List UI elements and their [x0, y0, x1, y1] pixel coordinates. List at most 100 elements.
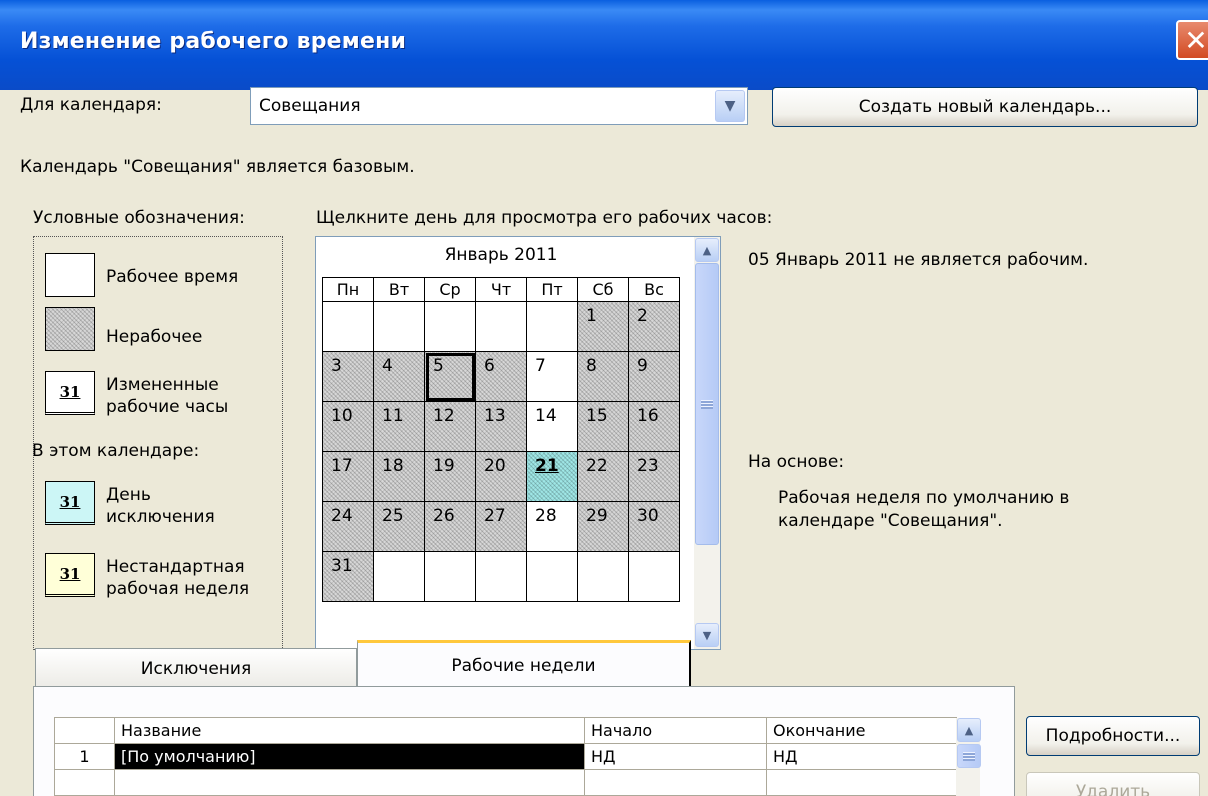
scroll-thumb[interactable] — [695, 263, 719, 545]
scroll-thumb[interactable] — [957, 744, 981, 768]
chevron-down-icon[interactable]: ▼ — [715, 90, 745, 122]
table-header-rownum — [54, 717, 115, 744]
calendar-day[interactable]: 13 — [475, 401, 527, 452]
legend-title: Условные обозначения: — [33, 208, 245, 228]
legend-changed-swatch: 31 — [45, 371, 95, 415]
calendar-day[interactable] — [475, 551, 527, 602]
calendar-week: 10 11 12 13 14 15 16 — [322, 401, 680, 452]
details-button[interactable]: Подробности... — [1026, 716, 1200, 756]
cell-end[interactable]: НД — [766, 743, 957, 770]
calendar-week: 3456789 — [322, 351, 680, 402]
table-scrollbar[interactable]: ▲ — [956, 718, 981, 796]
calendar-day[interactable]: 15 — [577, 401, 629, 452]
calendar-day[interactable] — [475, 301, 527, 352]
base-calendar-info: Календарь "Совещания" является базовым. — [20, 157, 415, 177]
table-header-end[interactable]: Окончание — [766, 717, 957, 744]
based-on-text-2: календаре "Совещания". — [778, 511, 1003, 531]
calendar-day[interactable]: 7 — [526, 351, 578, 402]
calendar-hint: Щелкните день для просмотра его рабочих … — [316, 208, 773, 228]
calendar-day[interactable] — [526, 301, 578, 352]
legend-panel: Рабочее время Нерабочее 31 Измененные ра… — [32, 236, 283, 650]
calendar-day[interactable] — [424, 301, 476, 352]
weekday-header: Пн — [322, 277, 374, 302]
calendar-day[interactable]: 6 — [475, 351, 527, 402]
weekday-header: Вт — [373, 277, 425, 302]
row-number — [54, 769, 115, 796]
table-row[interactable] — [54, 769, 957, 796]
scroll-up-icon[interactable]: ▲ — [695, 238, 719, 262]
scroll-down-icon[interactable]: ▼ — [695, 623, 719, 647]
legend-exception-label-2: исключения — [106, 507, 215, 527]
calendar-day[interactable]: 23 — [628, 451, 680, 502]
day-status: 05 Январь 2011 не является рабочим. — [748, 250, 1089, 270]
calendar-day[interactable]: 29 — [577, 501, 629, 552]
legend-exception-swatch: 31 — [45, 481, 95, 525]
work-weeks-table[interactable]: Название Начало Окончание 1 [По умолчани… — [54, 717, 957, 796]
calendar-week: 17 18 19 20 21 22 23 — [322, 451, 680, 502]
month-calendar[interactable]: Январь 2011 Пн Вт Ср Чт Пт Сб Вс 1 2 3 4 5 6 7 8 9 10 11… — [315, 236, 721, 650]
calendar-day[interactable]: 2 — [628, 301, 680, 352]
calendar-day[interactable]: 20 — [475, 451, 527, 502]
delete-button[interactable]: Удалить — [1026, 772, 1200, 796]
calendar-day[interactable]: 10 — [322, 401, 374, 452]
calendar-day[interactable]: 1 — [577, 301, 629, 352]
calendar-day[interactable]: 28 — [526, 501, 578, 552]
calendar-day[interactable] — [373, 551, 425, 602]
table-row[interactable]: 1 [По умолчанию] НД НД — [54, 743, 957, 770]
table-header-start[interactable]: Начало — [584, 717, 767, 744]
legend-nonstandard-swatch: 31 — [45, 553, 95, 597]
grip-icon — [963, 751, 975, 761]
legend-nonworking-label: Нерабочее — [106, 327, 203, 347]
scroll-up-icon[interactable]: ▲ — [957, 718, 981, 742]
calendar-day[interactable]: 25 — [373, 501, 425, 552]
based-on-text-1: Рабочая неделя по умолчанию в — [778, 488, 1070, 508]
legend-changed-label-1: Измененные — [106, 375, 219, 395]
cell-name[interactable]: [По умолчанию] — [114, 743, 585, 770]
calendar-month-label: Январь 2011 — [444, 245, 558, 265]
calendar-day[interactable] — [322, 301, 374, 352]
tab-work-weeks[interactable]: Рабочие недели — [357, 640, 691, 688]
cell-name[interactable] — [114, 769, 585, 796]
tab-exceptions[interactable]: Исключения — [35, 648, 357, 688]
legend-in-calendar-heading: В этом календаре: — [32, 441, 200, 461]
close-button[interactable]: ✕ — [1176, 20, 1208, 60]
calendar-day[interactable]: 5 — [424, 351, 476, 402]
calendar-day[interactable] — [526, 551, 578, 602]
calendar-day[interactable]: 18 — [373, 451, 425, 502]
create-calendar-button[interactable]: Создать новый календарь... — [772, 87, 1198, 127]
calendar-day[interactable]: 16 — [628, 401, 680, 452]
legend-working-swatch — [45, 253, 95, 297]
calendar-day[interactable]: 11 — [373, 401, 425, 452]
cell-start[interactable]: НД — [584, 743, 767, 770]
calendar-day[interactable]: 12 — [424, 401, 476, 452]
calendar-week: 24 25 26 27 28 29 30 — [322, 501, 680, 552]
calendar-day[interactable] — [577, 551, 629, 602]
calendar-day[interactable]: 26 — [424, 501, 476, 552]
calendar-day[interactable]: 17 — [322, 451, 374, 502]
calendar-day[interactable]: 27 — [475, 501, 527, 552]
calendar-day[interactable] — [628, 551, 680, 602]
calendar-day[interactable]: 31 — [322, 551, 374, 602]
calendar-day[interactable]: 30 — [628, 501, 680, 552]
calendar-day[interactable]: 21 — [526, 451, 578, 502]
calendar-day[interactable]: 4 — [373, 351, 425, 402]
legend-nonstandard-label-1: Нестандартная — [106, 557, 245, 577]
table-header-name[interactable]: Название — [114, 717, 585, 744]
calendar-day[interactable]: 3 — [322, 351, 374, 402]
legend-nonworking-swatch — [45, 307, 95, 351]
cell-start[interactable] — [584, 769, 767, 796]
calendar-day[interactable] — [424, 551, 476, 602]
weekday-header: Чт — [475, 277, 527, 302]
calendar-day[interactable]: 9 — [628, 351, 680, 402]
weekday-header: Ср — [424, 277, 476, 302]
grip-icon — [701, 399, 713, 409]
cell-end[interactable] — [766, 769, 957, 796]
calendar-scrollbar[interactable]: ▲ ▼ — [694, 237, 720, 649]
calendar-day[interactable]: 14 — [526, 401, 578, 452]
calendar-day[interactable]: 22 — [577, 451, 629, 502]
calendar-day[interactable]: 8 — [577, 351, 629, 402]
calendar-day[interactable]: 24 — [322, 501, 374, 552]
calendar-day[interactable]: 19 — [424, 451, 476, 502]
calendar-select[interactable]: Совещания ▼ — [250, 87, 748, 125]
calendar-day[interactable] — [373, 301, 425, 352]
